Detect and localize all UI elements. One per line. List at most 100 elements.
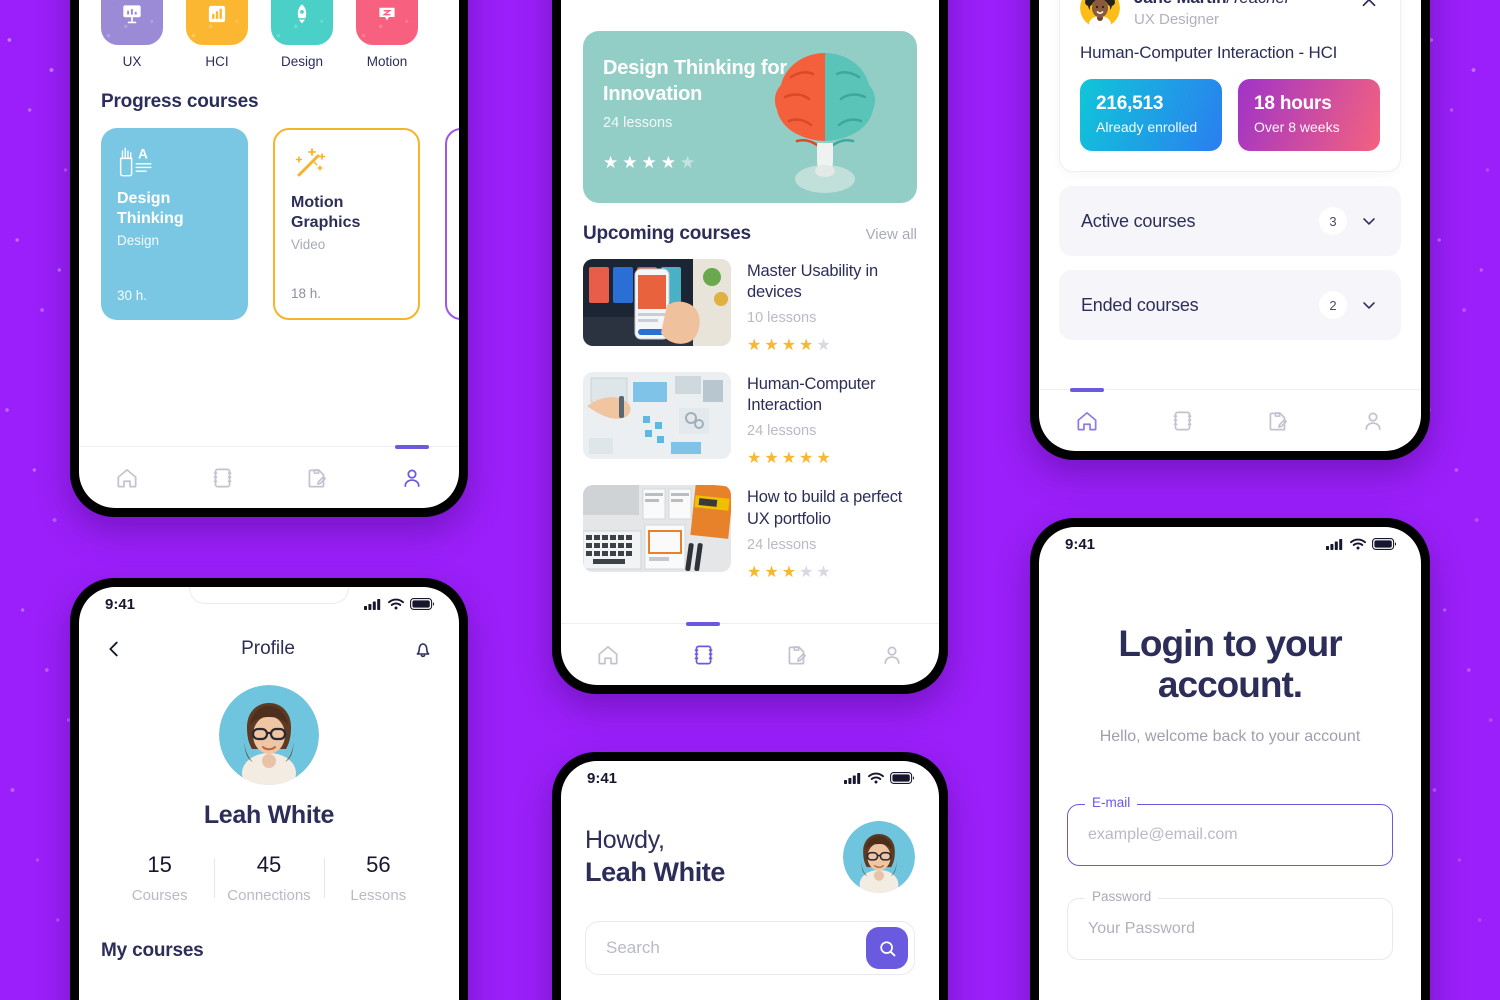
- tab-courses[interactable]: [1135, 390, 1231, 451]
- stat-value: 216,513: [1096, 93, 1164, 114]
- status-bar-icons: [844, 772, 915, 784]
- magic-wand-icon: [295, 148, 326, 177]
- rocket-icon: [297, 4, 307, 24]
- star-empty: ★: [816, 563, 831, 581]
- tab-profile[interactable]: [1326, 390, 1422, 451]
- view-all-link[interactable]: View all: [866, 226, 917, 243]
- battery-icon: [890, 772, 915, 784]
- stat-enrolled: 216,513 Already enrolled: [1080, 79, 1222, 151]
- stat-label: Courses: [131, 887, 188, 904]
- search-button[interactable]: [866, 927, 908, 969]
- star-filled: ★: [660, 153, 676, 172]
- page-title: Profile: [241, 638, 295, 659]
- star-filled: ★: [781, 450, 797, 468]
- star-filled: ★: [799, 337, 814, 355]
- search-input[interactable]: Search: [585, 921, 915, 975]
- chevron-left-icon[interactable]: [103, 638, 125, 660]
- star-filled: ★: [781, 337, 797, 355]
- stat-value: 56: [366, 852, 391, 877]
- category-item-design[interactable]: Design: [271, 0, 333, 69]
- chevron-down-icon[interactable]: [1359, 211, 1379, 231]
- chevron-up-icon[interactable]: [1358, 0, 1380, 14]
- greeting-line: Howdy,: [585, 826, 665, 854]
- speech-bubble-icon: [379, 7, 395, 21]
- category-item-hci[interactable]: HCI: [186, 0, 248, 69]
- user-name: Leah White: [585, 857, 726, 887]
- email-input[interactable]: example@email.com: [1067, 803, 1393, 866]
- stat-lessons: 56 Lessons: [323, 852, 433, 904]
- category-label: UX: [122, 54, 142, 69]
- status-bar-time: 9:41: [1065, 535, 1096, 553]
- chevron-down-icon[interactable]: [1359, 295, 1379, 315]
- teacher-name-line: Jane Martin/Teacher: [1134, 0, 1344, 8]
- accordion-active-courses[interactable]: Active courses 3: [1059, 186, 1401, 256]
- teacher-name: Jane Martin: [1134, 0, 1226, 7]
- accordion-ended-courses[interactable]: Ended courses 2: [1059, 270, 1401, 340]
- note-edit-icon: [1269, 411, 1287, 431]
- course-title: Master Usability in devices: [747, 262, 878, 302]
- tab-tasks[interactable]: [750, 624, 845, 685]
- course-lessons: 24 lessons: [747, 536, 817, 553]
- bell-icon[interactable]: [411, 637, 435, 661]
- note-edit-icon: [788, 645, 807, 665]
- list-item[interactable]: How to build a perfect UX portfolio 24 l…: [583, 485, 917, 581]
- course-rating: ★ ★ ★ ★ ★: [747, 335, 917, 355]
- course-lessons: 10 lessons: [747, 310, 817, 327]
- person-icon: [884, 646, 900, 664]
- category-tile: [101, 0, 163, 45]
- stat-label: Already enrolled: [1096, 119, 1198, 135]
- star-filled: ★: [747, 563, 762, 581]
- greeting-text: Howdy, Leah White: [585, 826, 725, 888]
- home-icon: [1077, 411, 1097, 431]
- teacher-photo-jane-martin: [1080, 0, 1120, 28]
- search-icon: [879, 940, 895, 956]
- tab-home[interactable]: [1039, 388, 1135, 451]
- password-field[interactable]: Password Your Password: [1067, 888, 1393, 960]
- course-category: Design: [117, 233, 160, 249]
- password-placeholder: Your Password: [1088, 919, 1196, 937]
- category-label: HCI: [205, 54, 229, 69]
- list-item[interactable]: Human-Computer Interaction 24 lessons ★ …: [583, 372, 917, 468]
- tab-profile[interactable]: [845, 624, 940, 685]
- tab-tasks[interactable]: [1230, 390, 1326, 451]
- email-placeholder: example@email.com: [1088, 825, 1238, 843]
- section-title-progress-courses: Progress courses: [101, 91, 259, 112]
- email-field[interactable]: E-mail example@email.com: [1067, 794, 1393, 866]
- category-item-motion[interactable]: Motion: [356, 0, 418, 69]
- bottom-tab-bar: [1039, 388, 1422, 451]
- note-edit-icon: [308, 468, 326, 488]
- star-filled: ★: [622, 153, 638, 172]
- password-input[interactable]: Your Password: [1067, 897, 1393, 960]
- password-field-label: Password: [1085, 888, 1159, 904]
- accordion-count: 2: [1319, 291, 1347, 319]
- course-title: Human-Computer Interaction: [747, 375, 876, 415]
- battery-icon: [410, 598, 435, 610]
- course-title: Design Thinking: [117, 190, 184, 227]
- status-bar: 9:41: [79, 587, 459, 621]
- progress-course-card[interactable]: A Design Thinking Design 30 h.: [101, 128, 248, 320]
- star-filled: ★: [799, 450, 814, 468]
- course-title: Motion Graphics: [291, 194, 361, 231]
- status-bar: 9:41: [1039, 527, 1421, 561]
- tab-courses[interactable]: [656, 622, 751, 685]
- hero-course-card[interactable]: Design Thinking for Innovation 24 lesson…: [583, 31, 917, 203]
- tab-tasks[interactable]: [269, 447, 364, 508]
- desk-sketches-photo: [583, 485, 731, 573]
- category-tile: [186, 0, 248, 45]
- star-filled: ★: [764, 450, 779, 468]
- tab-home[interactable]: [79, 447, 174, 508]
- tab-courses[interactable]: [174, 447, 269, 508]
- category-item-ux[interactable]: UX: [101, 0, 163, 69]
- tab-profile[interactable]: [364, 445, 459, 508]
- progress-course-card[interactable]: C S H 3: [445, 128, 459, 320]
- stat-label: Connections: [227, 887, 311, 904]
- upcoming-courses-header: Upcoming courses View all: [561, 223, 939, 245]
- progress-course-card[interactable]: Motion Graphics Video 18 h.: [273, 128, 420, 320]
- list-item[interactable]: Master Usability in devices 10 lessons ★…: [583, 259, 917, 355]
- greeting-row: Howdy, Leah White: [561, 821, 939, 893]
- avatar[interactable]: [843, 821, 915, 893]
- svg-text:A: A: [138, 146, 148, 161]
- wifi-icon: [868, 772, 884, 784]
- star-filled: ★: [747, 450, 762, 468]
- tab-home[interactable]: [561, 624, 656, 685]
